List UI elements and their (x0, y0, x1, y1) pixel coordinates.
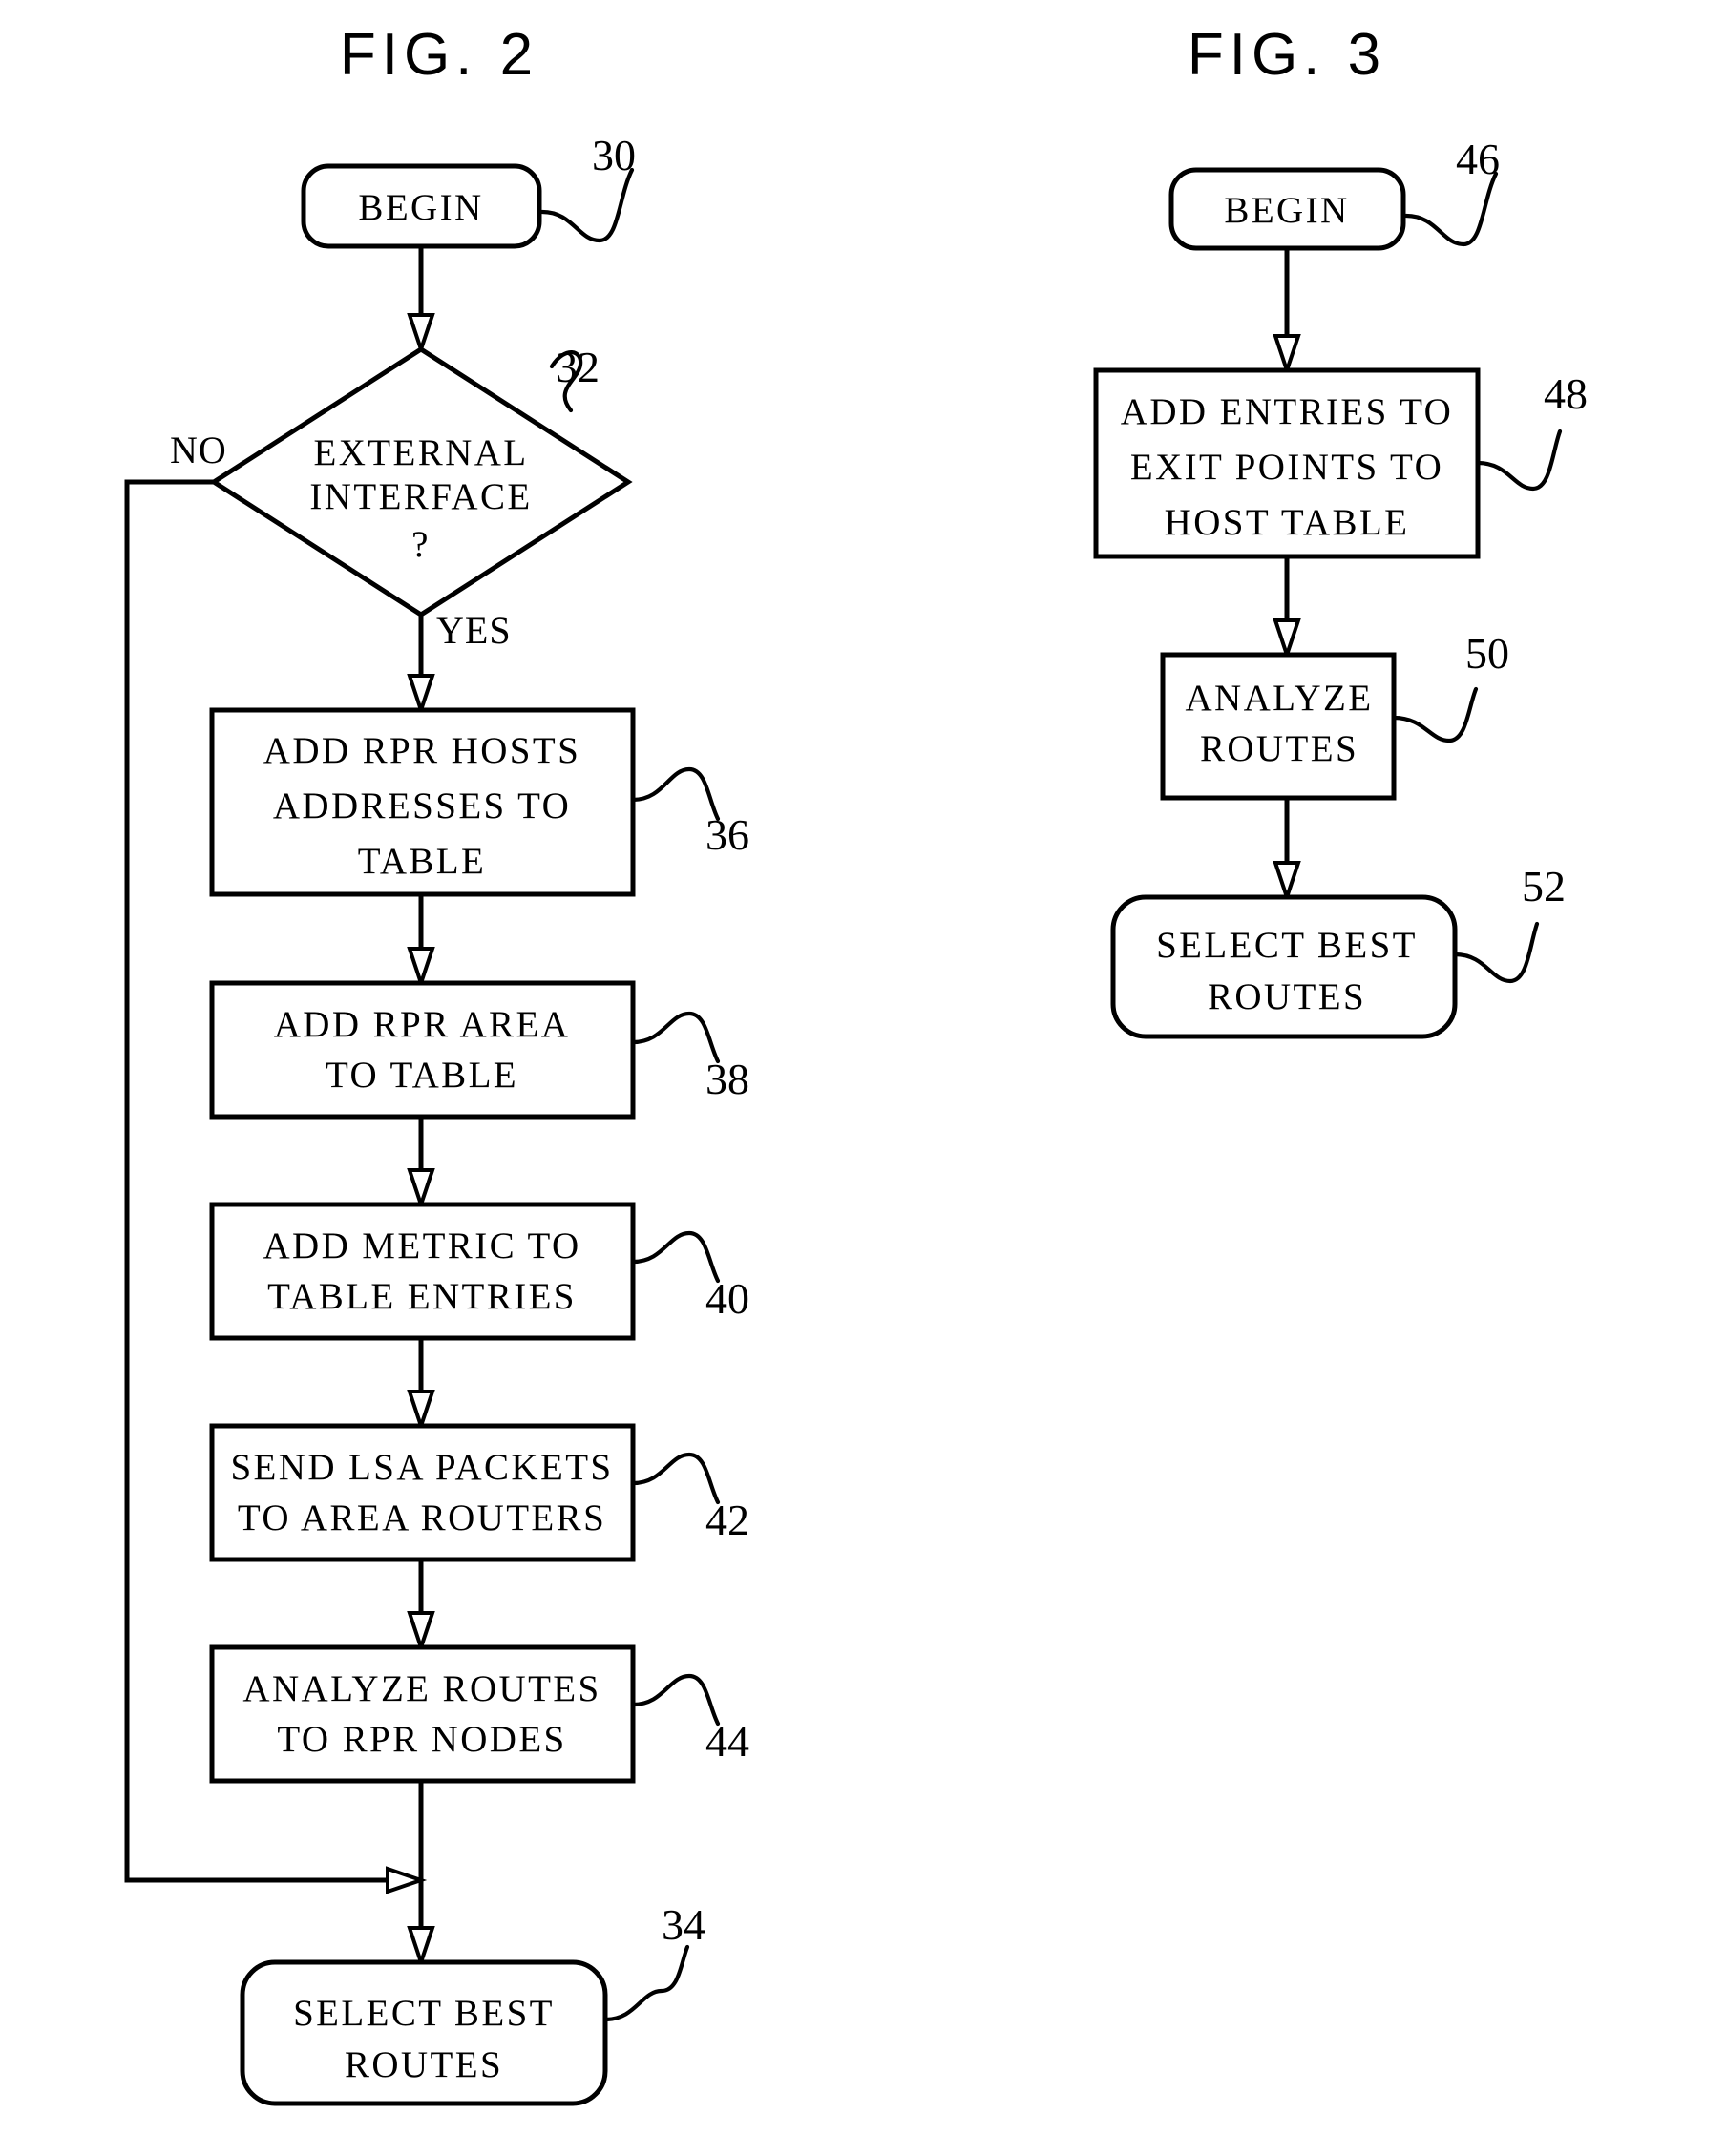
box44-label-line1: ANALYZE ROUTES (242, 1668, 600, 1709)
ref-numeral-34: 34 (662, 1900, 705, 1949)
decision-label-line3: ? (411, 524, 431, 565)
ref-numeral-50: 50 (1465, 629, 1509, 678)
leader-line-34 (602, 1944, 690, 2022)
box42-label-line2: TO AREA ROUTERS (238, 1497, 606, 1539)
leader-line-48 (1475, 429, 1563, 492)
box48-label-line3: HOST TABLE (1165, 502, 1410, 543)
fig2-node-add-rpr-hosts[interactable]: ADD RPR HOSTS ADDRESSES TO TABLE (209, 707, 636, 897)
fig2-node-begin[interactable]: BEGIN (301, 163, 542, 249)
arrowhead-40-42 (407, 1390, 435, 1433)
branch-label-no: NO (170, 429, 227, 471)
box48-label-line2: EXIT POINTS TO (1130, 447, 1443, 488)
leader-line-52 (1452, 921, 1540, 984)
box52-label-line2: ROUTES (1208, 976, 1366, 1017)
leader-line-50 (1391, 686, 1479, 743)
box36-label-line2: ADDRESSES TO (273, 785, 571, 827)
box48-label-line1: ADD ENTRIES TO (1121, 391, 1454, 432)
arrowhead-38-40 (407, 1168, 435, 1211)
fig3-node-add-entries[interactable]: ADD ENTRIES TO EXIT POINTS TO HOST TABLE (1093, 367, 1481, 559)
fig2-node-add-rpr-area[interactable]: ADD RPR AREA TO TABLE (209, 980, 636, 1120)
flowchart-canvas: FIG. 2 BEGIN 30 EXTERNAL INTERFACE ? 32 … (124, 22, 1588, 2106)
ref-numeral-30: 30 (592, 131, 636, 179)
leader-line-30 (539, 167, 635, 243)
ref-numeral-48: 48 (1544, 369, 1588, 418)
arrowhead-36-38 (407, 947, 435, 990)
process-box-38-shape (209, 980, 636, 1120)
box50-label-line1: ANALYZE (1185, 678, 1373, 719)
ref-numeral-40: 40 (705, 1274, 749, 1323)
ref-numeral-46: 46 (1456, 135, 1500, 183)
arrowhead-44-34 (407, 1926, 435, 1969)
box52-label-line1: SELECT BEST (1156, 925, 1418, 966)
fig3-title: FIG. 3 (1188, 22, 1386, 88)
leader-line-46 (1403, 171, 1499, 247)
begin-label: BEGIN (358, 187, 483, 228)
patent-drawing-sheet: FIG. 2 BEGIN 30 EXTERNAL INTERFACE ? 32 … (0, 0, 1726, 2156)
box38-label-line1: ADD RPR AREA (274, 1004, 571, 1045)
arrowhead-48-50 (1273, 618, 1301, 661)
box36-label-line3: TABLE (358, 841, 487, 882)
ref-numeral-32: 32 (556, 343, 600, 391)
decision-label-line2: INTERFACE (309, 476, 532, 517)
ref-numeral-42: 42 (705, 1496, 749, 1544)
fig2-node-select-best-routes[interactable]: SELECT BEST ROUTES (240, 1959, 608, 2106)
fig3-node-select-best-routes[interactable]: SELECT BEST ROUTES (1110, 894, 1458, 1039)
decision-label-line1: EXTERNAL (314, 432, 529, 473)
box40-label-line2: TABLE ENTRIES (267, 1276, 577, 1317)
box38-label-line2: TO TABLE (326, 1055, 518, 1096)
process-box-50-shape (1160, 652, 1397, 801)
fig3-node-begin[interactable]: BEGIN (1168, 167, 1406, 251)
fig2-node-analyze-routes[interactable]: ANALYZE ROUTES TO RPR NODES (209, 1644, 636, 1784)
process-box-40-shape (209, 1202, 636, 1341)
box34-label-line2: ROUTES (345, 2044, 503, 2085)
fig2-node-send-lsa-packets[interactable]: SEND LSA PACKETS TO AREA ROUTERS (209, 1423, 636, 1562)
ref-numeral-52: 52 (1522, 862, 1566, 911)
branch-label-yes: YES (436, 609, 512, 652)
arrowhead-30-32 (407, 313, 435, 356)
arrowhead-42-44 (407, 1611, 435, 1654)
box36-label-line1: ADD RPR HOSTS (263, 730, 580, 771)
box50-label-line2: ROUTES (1200, 728, 1358, 769)
ref-numeral-38: 38 (705, 1055, 749, 1103)
begin46-label: BEGIN (1224, 190, 1349, 231)
fig2-title: FIG. 2 (340, 22, 538, 88)
box40-label-line1: ADD METRIC TO (263, 1225, 580, 1266)
process-box-42-shape (209, 1423, 636, 1562)
arrowhead-no-loopback (386, 1866, 428, 1894)
fig2-node-add-metric[interactable]: ADD METRIC TO TABLE ENTRIES (209, 1202, 636, 1341)
ref-numeral-44: 44 (705, 1717, 749, 1766)
arrowhead-32-36 (407, 674, 435, 717)
box44-label-line2: TO RPR NODES (277, 1719, 566, 1760)
arrowhead-50-52 (1273, 861, 1301, 904)
box42-label-line1: SEND LSA PACKETS (230, 1447, 613, 1488)
ref-numeral-36: 36 (705, 810, 749, 859)
box34-label-line1: SELECT BEST (293, 1993, 555, 2034)
process-box-44-shape (209, 1644, 636, 1784)
arrowhead-46-48 (1273, 334, 1301, 377)
fig3-node-analyze-routes[interactable]: ANALYZE ROUTES (1160, 652, 1397, 801)
